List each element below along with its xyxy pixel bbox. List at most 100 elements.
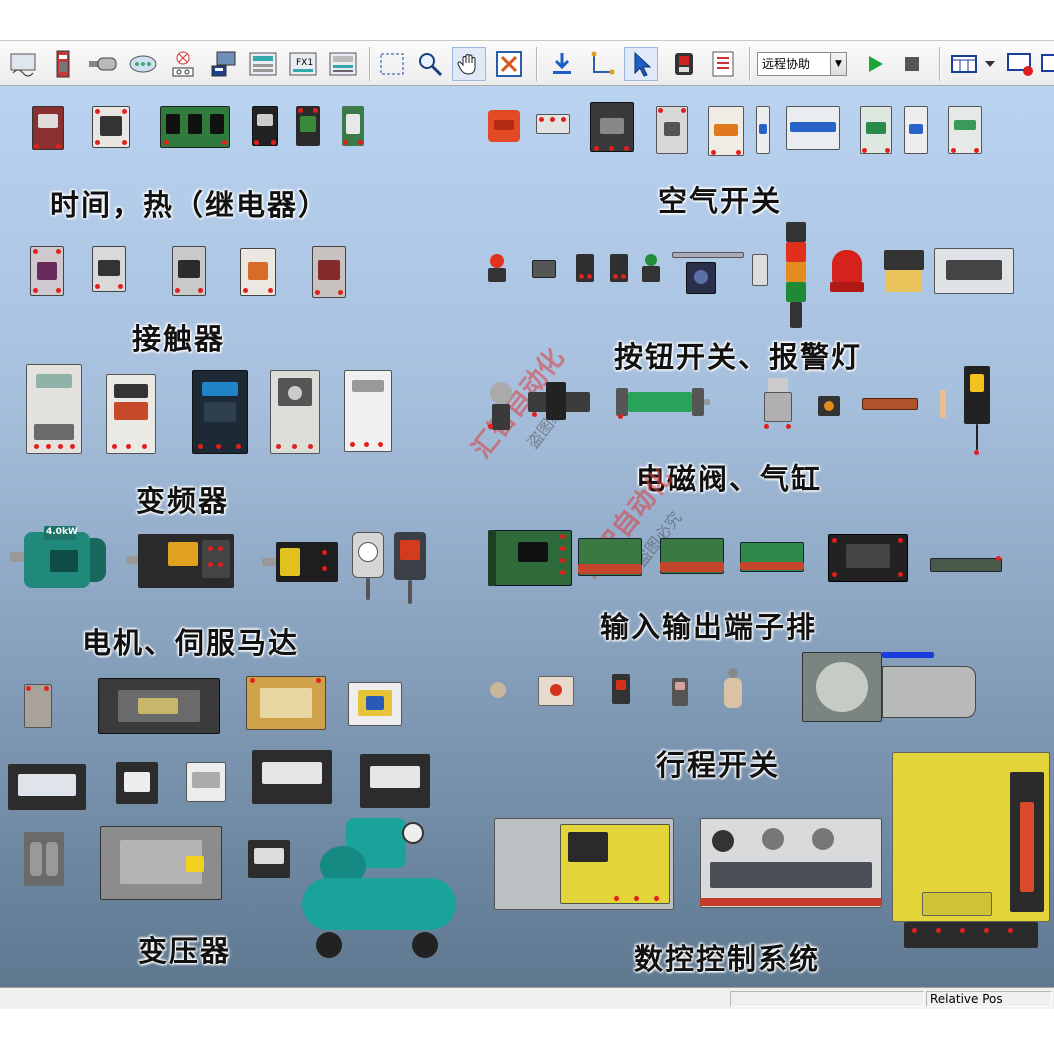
control-box-component[interactable] bbox=[934, 248, 1014, 294]
solenoid-valve-component[interactable] bbox=[488, 382, 514, 432]
inductor-component[interactable] bbox=[24, 832, 64, 886]
component-library-icon[interactable] bbox=[6, 47, 40, 81]
lamp-icon[interactable] bbox=[166, 47, 200, 81]
vfd-component[interactable] bbox=[270, 370, 320, 454]
run-icon[interactable] bbox=[858, 47, 892, 81]
breaker-component[interactable] bbox=[536, 114, 570, 134]
servo-motor-component[interactable] bbox=[394, 532, 426, 604]
relay-icon[interactable] bbox=[46, 47, 80, 81]
panel-icon[interactable] bbox=[246, 47, 280, 81]
record-icon[interactable] bbox=[1004, 47, 1038, 81]
power-switch-icon[interactable] bbox=[667, 47, 701, 81]
transformer-component[interactable] bbox=[116, 762, 158, 804]
relay-component[interactable] bbox=[32, 106, 64, 150]
contactor-component[interactable] bbox=[240, 248, 276, 296]
selector-switch-component[interactable] bbox=[532, 260, 556, 278]
breaker-component[interactable] bbox=[904, 106, 928, 154]
cnc-io-board-component[interactable] bbox=[700, 818, 882, 908]
relay-component[interactable] bbox=[252, 106, 278, 146]
limit-switch-component[interactable] bbox=[538, 676, 574, 706]
cnc-controller-component[interactable] bbox=[494, 818, 674, 910]
rotary-disconnect-component[interactable] bbox=[488, 110, 520, 142]
io-module-icon[interactable] bbox=[326, 47, 360, 81]
cylinder-valve-component[interactable] bbox=[762, 378, 796, 436]
zoom-icon[interactable] bbox=[413, 47, 447, 81]
contactor-component[interactable] bbox=[92, 246, 126, 292]
push-button-component[interactable] bbox=[610, 254, 628, 282]
terminal-block-component[interactable] bbox=[578, 538, 642, 576]
wire-icon[interactable] bbox=[585, 47, 619, 81]
transformer-component[interactable] bbox=[98, 678, 220, 734]
list-icon[interactable] bbox=[706, 47, 740, 81]
vfd-component[interactable] bbox=[192, 370, 248, 454]
terminal-block-component[interactable] bbox=[660, 538, 724, 574]
push-button-component[interactable] bbox=[576, 254, 594, 282]
io-terminal-board-component[interactable] bbox=[488, 530, 572, 586]
relay-board-component[interactable] bbox=[160, 106, 230, 148]
sensor-icon[interactable] bbox=[86, 47, 120, 81]
transformer-component[interactable] bbox=[8, 764, 86, 810]
solid-state-relay-component[interactable] bbox=[828, 534, 908, 582]
terminal-block-component[interactable] bbox=[740, 542, 804, 572]
molded-case-breaker-component[interactable] bbox=[590, 102, 634, 152]
computer-icon[interactable] bbox=[206, 47, 240, 81]
dropdown-icon[interactable] bbox=[980, 47, 1000, 81]
pan-hand-icon[interactable] bbox=[452, 47, 486, 81]
limit-switch-component[interactable] bbox=[724, 668, 742, 708]
push-button-component[interactable] bbox=[642, 254, 660, 282]
tower-light-component[interactable] bbox=[784, 222, 808, 328]
vfd-component[interactable] bbox=[26, 364, 82, 454]
ac-motor-component[interactable]: 4.0kW bbox=[10, 526, 106, 594]
spindle-motor-component[interactable] bbox=[126, 532, 250, 590]
terminal-rail-component[interactable] bbox=[930, 556, 1002, 572]
limit-switch-component[interactable] bbox=[490, 682, 506, 698]
transformer-component[interactable] bbox=[348, 682, 402, 726]
valve-manifold-component[interactable] bbox=[862, 398, 918, 410]
air-compressor-component[interactable] bbox=[300, 816, 458, 962]
transformer-component[interactable] bbox=[360, 754, 430, 808]
transformer-component[interactable] bbox=[252, 750, 332, 804]
breaker-component[interactable] bbox=[708, 106, 744, 156]
fan-light-strip-component[interactable] bbox=[672, 250, 744, 296]
grid-icon[interactable] bbox=[1040, 47, 1054, 81]
sensor-component[interactable] bbox=[938, 390, 948, 418]
transformer-component[interactable] bbox=[100, 826, 222, 900]
vfd-component[interactable] bbox=[106, 374, 156, 454]
transformer-component[interactable] bbox=[186, 762, 226, 802]
relay-component[interactable] bbox=[92, 106, 130, 148]
layout-icon[interactable] bbox=[947, 47, 981, 81]
relay-component[interactable] bbox=[296, 106, 320, 146]
pneumatic-cylinder-component[interactable] bbox=[616, 384, 710, 420]
explosion-proof-switch-component[interactable] bbox=[802, 648, 976, 724]
remote-assist-select[interactable]: 远程协助 ▼ bbox=[757, 52, 847, 76]
contactor-component[interactable] bbox=[172, 246, 206, 296]
fit-view-icon[interactable] bbox=[492, 47, 526, 81]
download-icon[interactable] bbox=[545, 47, 579, 81]
alarm-beacon-component[interactable] bbox=[830, 250, 864, 294]
stop-icon[interactable] bbox=[895, 47, 929, 81]
breaker-component[interactable] bbox=[786, 106, 840, 150]
push-button-component[interactable] bbox=[488, 254, 506, 282]
breaker-component[interactable] bbox=[948, 106, 982, 154]
position-sensor-component[interactable] bbox=[964, 366, 990, 458]
led-bar-icon[interactable] bbox=[126, 47, 160, 81]
limit-switch-component[interactable] bbox=[672, 678, 688, 706]
oil-pump-component[interactable] bbox=[884, 250, 924, 294]
relay-component[interactable] bbox=[342, 106, 364, 146]
servo-motor-component[interactable] bbox=[352, 532, 384, 602]
servo-amplifier-component[interactable] bbox=[892, 752, 1050, 952]
fx-plc-icon[interactable]: FX1 bbox=[286, 47, 320, 81]
contactor-component[interactable] bbox=[30, 246, 64, 296]
transformer-component[interactable] bbox=[248, 840, 290, 878]
indicator-lamp-component[interactable] bbox=[752, 254, 768, 286]
select-rect-icon[interactable] bbox=[375, 47, 409, 81]
breaker-component[interactable] bbox=[860, 106, 892, 154]
component-canvas[interactable]: 时间，热（继电器） 空气开关 接触器 按钮开关、报警灯 变频器 电磁阀、气缸 电… bbox=[0, 86, 1054, 987]
vfd-component[interactable] bbox=[344, 370, 392, 452]
breaker-component[interactable] bbox=[756, 106, 770, 154]
chevron-down-icon[interactable]: ▼ bbox=[830, 53, 846, 75]
breaker-component[interactable] bbox=[656, 106, 688, 154]
transformer-component[interactable] bbox=[246, 676, 326, 730]
pointer-icon[interactable] bbox=[624, 47, 658, 81]
valve-component[interactable] bbox=[818, 396, 840, 416]
